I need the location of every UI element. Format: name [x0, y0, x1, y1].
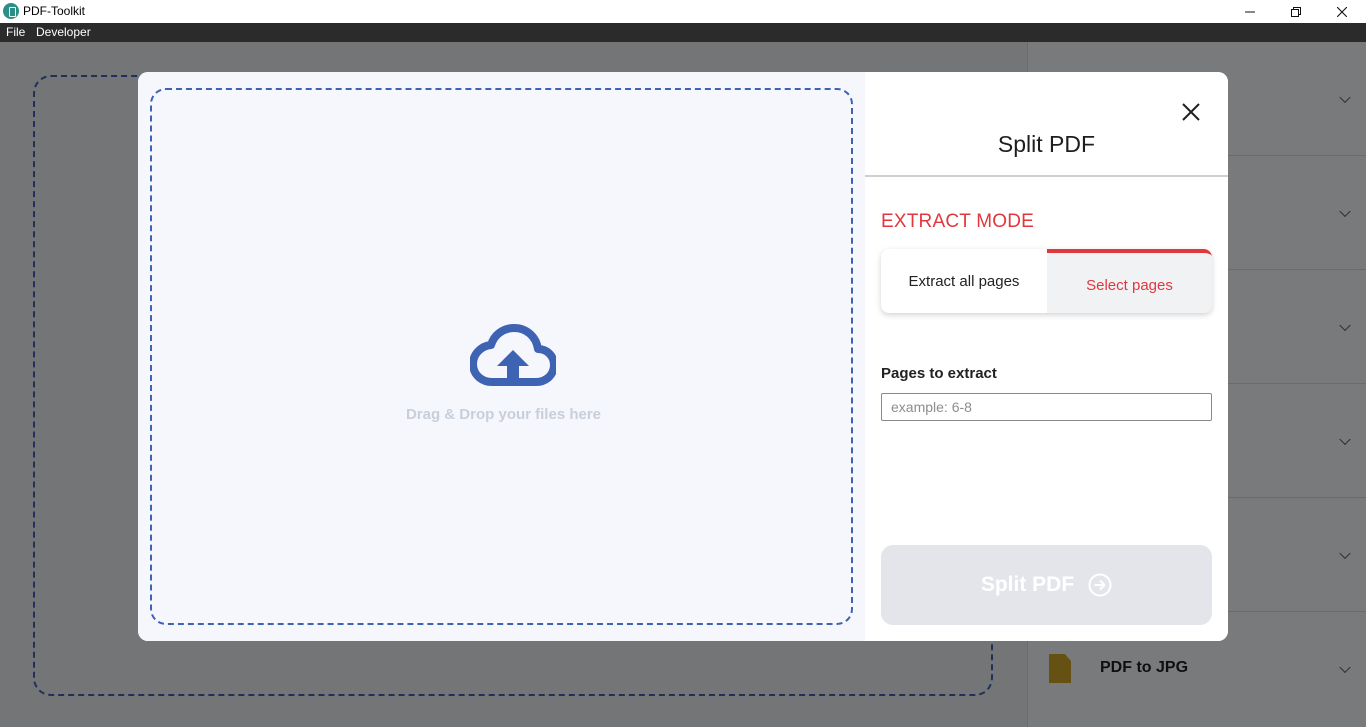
restore-icon: [1291, 6, 1301, 17]
menu-developer[interactable]: Developer: [36, 25, 91, 39]
menu-bar: File Developer: [0, 23, 1366, 42]
file-dropzone[interactable]: Drag & Drop your files here: [150, 88, 853, 625]
close-window-button[interactable]: [1319, 0, 1365, 23]
close-icon: [1182, 103, 1200, 121]
select-pages-option[interactable]: Select pages: [1047, 249, 1212, 313]
title-bar: PDF-Toolkit: [0, 0, 1366, 23]
extract-mode-label: EXTRACT MODE: [881, 211, 1035, 232]
pages-to-extract-input[interactable]: [881, 393, 1212, 421]
app-logo-icon: [3, 3, 19, 19]
window-title: PDF-Toolkit: [23, 4, 86, 18]
extract-mode-toggle: Extract all pages Select pages: [881, 249, 1212, 313]
extract-all-pages-option[interactable]: Extract all pages: [881, 249, 1047, 313]
minimize-button[interactable]: [1227, 0, 1273, 23]
split-pdf-dialog: Drag & Drop your files here Split PDF EX…: [138, 72, 1228, 641]
title-divider: [865, 175, 1228, 177]
split-pdf-button-label: Split PDF: [980, 573, 1075, 596]
options-panel: Split PDF EXTRACT MODE Extract all pages…: [865, 72, 1228, 641]
menu-file[interactable]: File: [6, 25, 25, 39]
restore-button[interactable]: [1273, 0, 1319, 23]
close-icon: [1337, 6, 1347, 17]
dialog-title: Split PDF: [997, 131, 1096, 157]
pages-to-extract-label: Pages to extract: [881, 365, 997, 382]
dropzone-text: Drag & Drop your files here: [405, 406, 602, 423]
arrow-right-circle-icon: [1088, 573, 1112, 597]
cloud-upload-icon: [470, 324, 556, 386]
close-dialog-button[interactable]: [1177, 98, 1205, 126]
minimize-icon: [1245, 11, 1255, 12]
split-pdf-button[interactable]: Split PDF: [881, 545, 1212, 625]
upload-panel: Drag & Drop your files here: [138, 72, 865, 641]
